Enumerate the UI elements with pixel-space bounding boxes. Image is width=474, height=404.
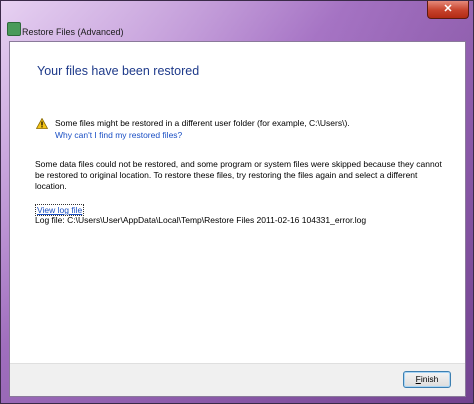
dialog-footer: Finish [10, 363, 465, 396]
warning-icon [36, 118, 48, 129]
description-text: Some data files could not be restored, a… [35, 159, 442, 191]
dialog-content: Your files have been restored Some files… [9, 41, 466, 397]
log-file-path: Log file: C:\Users\User\AppData\Local\Te… [35, 215, 367, 225]
finish-label-rest: inish [420, 374, 439, 384]
window-title: Restore Files (Advanced) [22, 27, 124, 37]
title-bar[interactable]: Restore Files (Advanced) ✕ [1, 1, 473, 37]
warning-message: Some files might be restored in a differ… [55, 118, 350, 128]
page-title: Your files have been restored [37, 64, 200, 78]
restore-app-icon [7, 22, 21, 36]
finish-button[interactable]: Finish [403, 371, 451, 388]
restore-files-window: Restore Files (Advanced) ✕ Your files ha… [0, 0, 474, 404]
close-icon: ✕ [443, 3, 453, 15]
close-button[interactable]: ✕ [427, 1, 469, 19]
restored-files-help-link[interactable]: Why can't I find my restored files? [55, 130, 182, 140]
